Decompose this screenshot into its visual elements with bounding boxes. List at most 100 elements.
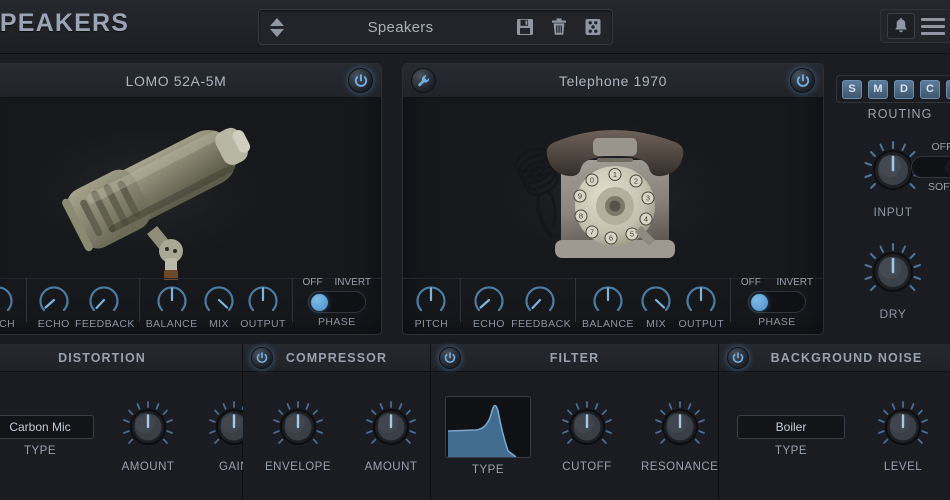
- knob-label: PITCH: [0, 318, 20, 330]
- knob-label: ECHO: [32, 318, 75, 330]
- module-image-area: 12 34 56 78 90: [403, 98, 823, 280]
- knob-label: AMOUNT: [363, 461, 419, 473]
- knob-label: WET: [928, 307, 950, 321]
- routing-panel: S M D C F ROUTING: [832, 63, 950, 335]
- randomize-preset-button[interactable]: [578, 12, 608, 42]
- phase-off-label: OFF: [303, 277, 323, 288]
- knob-mix[interactable]: MIX: [634, 282, 679, 330]
- knob-pitch[interactable]: PITCH: [0, 282, 20, 330]
- module-power-button[interactable]: [790, 68, 815, 93]
- knob-label: OUTPUT: [678, 318, 724, 330]
- section-header: DISTORTION: [0, 344, 242, 372]
- knob-distortion-amount[interactable]: AMOUNT: [120, 399, 176, 473]
- triangle-down-icon[interactable]: [270, 29, 284, 37]
- routing-button-s[interactable]: S: [842, 80, 862, 99]
- knob-label: INPUT: [834, 205, 950, 219]
- plugin-window: SPEAKERS Speakers: [0, 0, 950, 500]
- section-header: FILTER: [431, 344, 718, 372]
- knob-label: LEVEL: [875, 461, 931, 473]
- knob-balance[interactable]: BALANCE: [582, 282, 634, 330]
- knob-label: ECHO: [466, 318, 511, 330]
- section-title: FILTER: [431, 351, 718, 365]
- knob-compressor-envelope[interactable]: ENVELOPE: [265, 399, 331, 473]
- section-filter: FILTER TYPE: [431, 344, 719, 500]
- module-image-area: [0, 98, 381, 280]
- knob-echo[interactable]: ECHO: [466, 282, 511, 330]
- hamburger-menu-icon[interactable]: [921, 18, 945, 35]
- section-body: TYPE: [431, 372, 718, 500]
- routing-button-f[interactable]: F: [946, 80, 950, 99]
- vintage-ribbon-microphone: [0, 98, 381, 280]
- divider: [26, 278, 27, 322]
- knob-label: BALANCE: [146, 318, 198, 330]
- knob-balance[interactable]: BALANCE: [146, 282, 198, 330]
- section-title: BACKGROUND NOISE: [719, 351, 950, 365]
- knob-mix[interactable]: MIX: [198, 282, 241, 330]
- module-header: LOMO 52A-5M: [0, 64, 381, 98]
- knob-compressor-amount[interactable]: AMOUNT: [363, 399, 419, 473]
- phase-toggle[interactable]: [748, 291, 806, 313]
- top-toolbar: SPEAKERS Speakers: [0, 0, 950, 54]
- knob-wet[interactable]: WET: [928, 241, 950, 321]
- knob-pitch[interactable]: PITCH: [409, 282, 454, 330]
- filter-type-display[interactable]: [445, 396, 531, 458]
- soft-on-label: SOFT: [907, 181, 950, 193]
- svg-text:0: 0: [590, 176, 594, 185]
- save-preset-button[interactable]: [510, 12, 540, 42]
- toggle-handle[interactable]: [311, 294, 328, 311]
- knob-filter-cutoff[interactable]: CUTOFF: [559, 399, 615, 473]
- page-title: SPEAKERS: [0, 9, 129, 38]
- section-header: COMPRESSOR: [243, 344, 430, 372]
- knob-label: RESONANCE: [641, 461, 718, 473]
- distortion-type-select[interactable]: Carbon Mic: [0, 415, 94, 439]
- knob-feedback[interactable]: FEEDBACK: [75, 282, 133, 330]
- routing-button-c[interactable]: C: [920, 80, 940, 99]
- toggle-handle[interactable]: [751, 294, 768, 311]
- svg-text:3: 3: [646, 194, 650, 203]
- divider: [575, 278, 576, 322]
- section-background-noise: BACKGROUND NOISE Boiler TYPE: [719, 344, 950, 500]
- module-telephone: Telephone 1970: [402, 63, 824, 335]
- preset-name[interactable]: Speakers: [291, 19, 510, 36]
- phase-invert-label: INVERT: [776, 277, 813, 288]
- soft-clip-control: OFF SOFT: [907, 141, 950, 193]
- bell-icon[interactable]: [887, 13, 915, 39]
- triangle-up-icon[interactable]: [270, 18, 284, 26]
- soft-clip-toggle[interactable]: [911, 156, 950, 178]
- noise-type-control: Boiler TYPE: [737, 415, 845, 457]
- delete-preset-button[interactable]: [544, 12, 574, 42]
- svg-text:7: 7: [590, 228, 594, 237]
- routing-button-group: S M D C F: [836, 75, 950, 103]
- knob-output[interactable]: OUTPUT: [240, 282, 286, 330]
- knob-filter-resonance[interactable]: RESONANCE: [641, 399, 718, 473]
- knob-output[interactable]: OUTPUT: [678, 282, 724, 330]
- noise-type-select[interactable]: Boiler: [737, 415, 845, 439]
- filter-type-label: TYPE: [445, 464, 531, 476]
- svg-text:4: 4: [644, 215, 648, 224]
- module-microphone: LOMO 52A-5M: [0, 63, 382, 335]
- section-title: DISTORTION: [0, 351, 242, 365]
- divider: [139, 278, 140, 322]
- knob-noise-level[interactable]: LEVEL: [875, 399, 931, 473]
- knob-feedback[interactable]: FEEDBACK: [511, 282, 569, 330]
- routing-button-d[interactable]: D: [894, 80, 914, 99]
- routing-button-m[interactable]: M: [868, 80, 888, 99]
- background-noise-power-button[interactable]: [727, 347, 749, 369]
- module-power-button[interactable]: [348, 68, 373, 93]
- toggle-handle[interactable]: [945, 159, 950, 176]
- divider: [730, 278, 731, 322]
- section-distortion: DISTORTION Carbon Mic TYPE: [0, 344, 243, 500]
- knob-label: AMOUNT: [120, 461, 176, 473]
- module-settings-button[interactable]: [411, 68, 436, 93]
- section-header: BACKGROUND NOISE: [719, 344, 950, 372]
- compressor-power-button[interactable]: [251, 347, 273, 369]
- preset-stepper[interactable]: [263, 10, 291, 44]
- knob-echo[interactable]: ECHO: [32, 282, 75, 330]
- svg-text:2: 2: [634, 177, 638, 186]
- phase-toggle[interactable]: [308, 291, 366, 313]
- window-controls: [880, 9, 950, 43]
- noise-type-label: TYPE: [737, 445, 845, 457]
- section-body: ENVELOPE: [243, 372, 430, 500]
- filter-power-button[interactable]: [439, 347, 461, 369]
- filter-type-control: TYPE: [445, 396, 531, 476]
